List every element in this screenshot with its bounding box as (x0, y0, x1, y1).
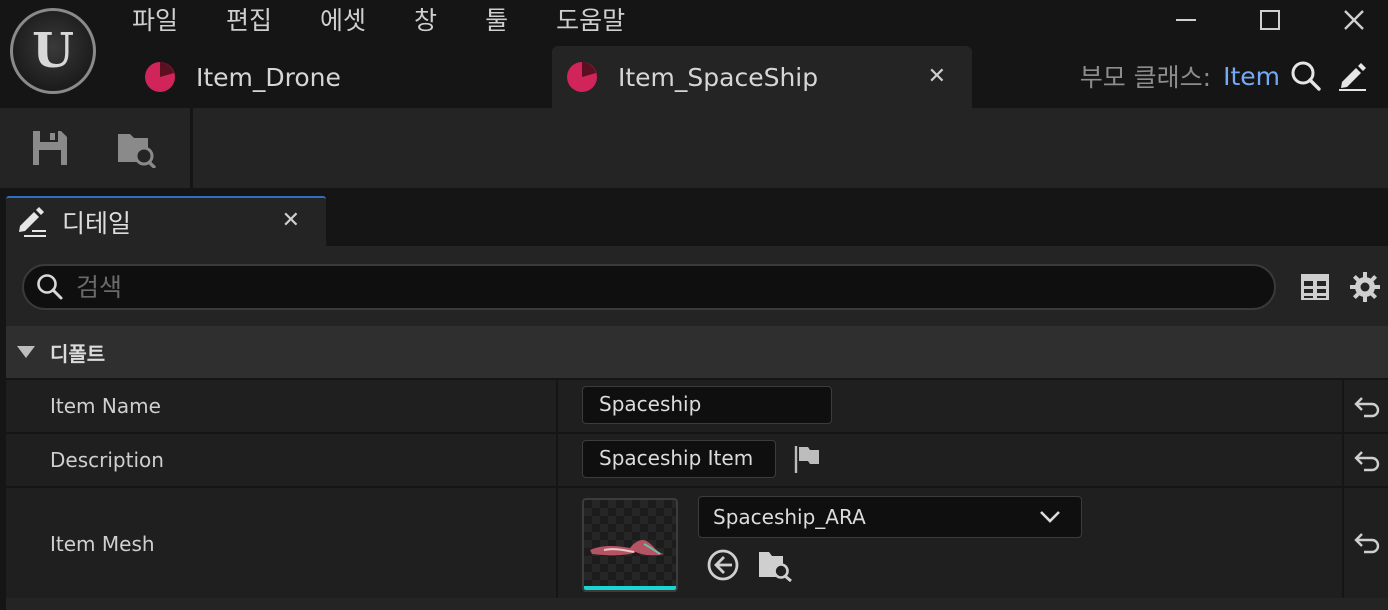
details-tab-bar: 디테일 ✕ (0, 188, 1388, 246)
details-close-icon[interactable]: ✕ (282, 208, 300, 233)
parent-class-link[interactable]: Item (1223, 62, 1280, 91)
blueprint-asset-icon (145, 62, 175, 92)
menu-window[interactable]: 창 (414, 4, 437, 38)
column-divider (556, 380, 558, 432)
mesh-thumbnail[interactable] (582, 498, 678, 592)
mesh-asset-dropdown[interactable]: Spaceship_ARA (698, 496, 1082, 538)
details-edit-icon (19, 207, 46, 237)
column-divider (1342, 434, 1344, 486)
property-label: Item Mesh (50, 532, 155, 556)
property-row-item-mesh: Item Mesh Spaceship_ARA (6, 486, 1388, 598)
search-input[interactable] (76, 272, 1176, 302)
details-tab-label: 디테일 (62, 209, 132, 238)
search-bar[interactable] (22, 264, 1276, 310)
unreal-logo[interactable]: U (10, 8, 96, 94)
property-label: Item Name (50, 394, 161, 418)
tab-label: Item_Drone (196, 62, 341, 92)
search-icon (37, 274, 63, 300)
toolbar (0, 108, 1388, 188)
menu-tools[interactable]: 툴 (485, 4, 508, 38)
property-row-item-name: Item Name Spaceship (6, 378, 1388, 432)
reset-to-default-icon[interactable] (1352, 446, 1382, 476)
details-panel: 디폴트 Item Name Spaceship Description Spac… (6, 246, 1388, 610)
parent-class: 부모 클래스: Item (1080, 58, 1368, 94)
column-divider (556, 434, 558, 486)
category-label: 디폴트 (50, 341, 106, 366)
item-name-field[interactable]: Spaceship (582, 386, 832, 424)
minimize-button[interactable] (1166, 4, 1206, 36)
use-selected-asset-icon[interactable] (706, 548, 740, 582)
category-default[interactable]: 디폴트 (6, 326, 1388, 378)
menu-file[interactable]: 파일 (132, 4, 178, 38)
column-divider (1342, 488, 1344, 598)
maximize-icon (1260, 10, 1280, 30)
close-icon (1344, 10, 1364, 30)
search-icon[interactable] (1290, 60, 1322, 92)
toolbar-separator (190, 108, 193, 188)
table-view-icon[interactable] (1298, 270, 1332, 304)
window-close-button[interactable] (1334, 4, 1374, 36)
tab-item-drone[interactable]: Item_Drone (130, 46, 550, 108)
reset-to-default-icon[interactable] (1352, 392, 1382, 422)
browse-folder-icon[interactable] (116, 128, 156, 168)
localization-flag-icon[interactable] (792, 444, 822, 474)
chevron-down-icon (17, 346, 35, 358)
property-row-description: Description Spaceship Item (6, 432, 1388, 486)
save-icon[interactable] (30, 128, 70, 168)
menu-bar: 파일 편집 에셋 창 툴 도움말 (132, 4, 673, 38)
column-divider (1342, 380, 1344, 432)
tab-label: Item_SpaceShip (618, 62, 819, 92)
tab-details[interactable]: 디테일 ✕ (6, 196, 326, 246)
chevron-down-icon (1040, 511, 1060, 523)
asset-type-color-bar (584, 586, 676, 590)
parent-class-label: 부모 클래스: (1079, 63, 1212, 92)
edit-icon[interactable] (1336, 60, 1368, 92)
settings-gear-icon[interactable] (1348, 270, 1382, 304)
minimize-icon (1176, 19, 1196, 21)
browse-to-asset-icon[interactable] (758, 548, 792, 582)
column-divider (556, 488, 558, 598)
maximize-button[interactable] (1250, 4, 1290, 36)
mesh-asset-name: Spaceship_ARA (713, 505, 866, 529)
blueprint-asset-icon (567, 62, 597, 92)
menu-help[interactable]: 도움말 (556, 4, 625, 38)
reset-to-default-icon[interactable] (1352, 528, 1382, 558)
tab-close-icon[interactable]: ✕ (928, 64, 946, 89)
menu-asset[interactable]: 에셋 (320, 4, 366, 38)
menu-edit[interactable]: 편집 (226, 4, 272, 38)
title-bar: U 파일 편집 에셋 창 툴 도움말 Item_Drone Item_Space… (0, 0, 1388, 108)
property-label: Description (50, 448, 164, 472)
tab-item-spaceship[interactable]: Item_SpaceShip ✕ (552, 46, 972, 108)
description-field[interactable]: Spaceship Item (582, 440, 776, 478)
spaceship-mesh-preview (590, 540, 664, 556)
